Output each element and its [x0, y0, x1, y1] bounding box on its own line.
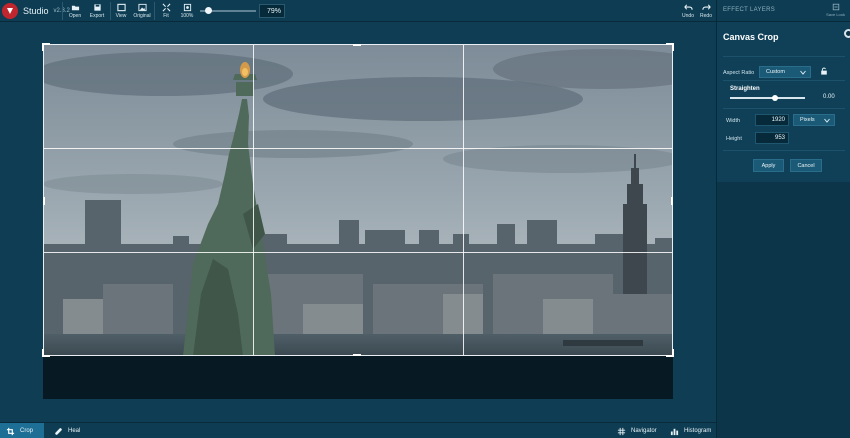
crop-icon	[6, 427, 15, 435]
height-label: Height	[726, 136, 742, 142]
open-label: Open	[68, 13, 82, 19]
zoom-100-label: 100%	[180, 13, 194, 19]
fit-label: Fit	[163, 13, 169, 19]
export-label: Export	[89, 13, 105, 19]
save-icon	[93, 4, 101, 11]
city-skyline-photo	[43, 44, 673, 356]
width-input[interactable]: 1920	[755, 114, 789, 126]
undo-label: Undo	[682, 13, 694, 19]
section-divider	[723, 108, 845, 109]
redo-button[interactable]: Redo	[695, 3, 717, 19]
fit-button[interactable]: Fit	[155, 3, 177, 19]
lock-icon[interactable]	[820, 67, 828, 75]
save-look-button[interactable]: Save Look	[826, 3, 845, 17]
effect-layers-tab[interactable]: EFFECT LAYERS Save Look	[717, 0, 850, 22]
canvas-crop-title: Canvas Crop	[723, 32, 779, 42]
width-label: Width	[726, 118, 741, 124]
histogram-label: Histogram	[684, 428, 712, 434]
height-input[interactable]: 953	[755, 132, 789, 144]
brand: Studio v2.3.2	[2, 2, 70, 20]
straighten-slider-handle[interactable]	[772, 95, 778, 101]
photo-editor-app: Studio v2.3.2 Open Export View Original …	[0, 0, 850, 438]
original-button[interactable]: Original	[131, 3, 153, 19]
actual-size-icon	[183, 3, 191, 12]
redo-label: Redo	[700, 13, 712, 19]
panel-resize-handle[interactable]	[844, 29, 850, 38]
top-toolbar: Studio v2.3.2 Open Export View Original …	[0, 0, 716, 22]
canvas-crop-section: Canvas Crop Aspect Ratio Custom Straight…	[717, 22, 850, 182]
chevron-down-icon	[824, 118, 830, 123]
straighten-value: 0.00	[823, 94, 835, 100]
open-button[interactable]: Open	[64, 3, 86, 19]
zoom-100-button[interactable]: 100%	[176, 3, 198, 19]
image-icon	[137, 3, 147, 12]
histogram-button[interactable]: Histogram	[664, 423, 717, 438]
zoom-slider-handle[interactable]	[205, 7, 212, 14]
app-name: Studio	[23, 6, 49, 16]
toolbar-divider	[62, 2, 63, 20]
aspect-ratio-value: Custom	[766, 69, 785, 75]
view-icon	[116, 3, 126, 12]
heal-label: Heal	[68, 428, 81, 434]
zoom-value-field[interactable]: 79%	[259, 4, 285, 18]
straighten-slider-track[interactable]	[730, 97, 805, 99]
save-look-label: Save Look	[826, 12, 845, 17]
view-button[interactable]: View	[110, 3, 132, 19]
view-label: View	[115, 13, 127, 19]
fit-icon	[162, 3, 170, 12]
export-button[interactable]: Export	[86, 3, 108, 19]
effect-layers-title: EFFECT LAYERS	[723, 7, 776, 13]
cancel-button[interactable]: Cancel	[790, 159, 822, 172]
section-divider	[723, 56, 845, 57]
navigator-label: Navigator	[631, 428, 657, 434]
straighten-label: Straighten	[730, 86, 760, 92]
original-label: Original	[133, 13, 151, 19]
navigator-button[interactable]: Navigator	[611, 423, 663, 438]
grid-icon	[617, 427, 626, 435]
bandage-icon	[55, 427, 62, 435]
crop-tool-button[interactable]: Crop	[0, 423, 44, 438]
unit-value: Pixels	[800, 117, 815, 123]
bottom-toolbar: Crop Heal Navigator Histogram	[0, 422, 716, 438]
folder-icon	[71, 5, 79, 11]
apply-button[interactable]: Apply	[753, 159, 784, 172]
chevron-down-icon	[800, 70, 806, 75]
histogram-icon	[670, 428, 679, 435]
studio-logo-icon	[2, 3, 18, 19]
section-divider	[723, 80, 845, 81]
heal-tool-button[interactable]: Heal	[48, 423, 86, 438]
right-panel: EFFECT LAYERS Save Look Canvas Crop Aspe…	[716, 0, 850, 438]
photo-canvas[interactable]	[43, 44, 673, 356]
redo-icon	[701, 4, 711, 10]
save-look-icon	[832, 3, 839, 11]
crop-label: Crop	[20, 428, 34, 434]
unit-select[interactable]: Pixels	[793, 114, 835, 126]
aspect-ratio-label: Aspect Ratio	[723, 70, 755, 76]
undo-icon	[683, 4, 693, 10]
aspect-ratio-select[interactable]: Custom	[759, 66, 811, 78]
section-divider	[723, 150, 845, 151]
